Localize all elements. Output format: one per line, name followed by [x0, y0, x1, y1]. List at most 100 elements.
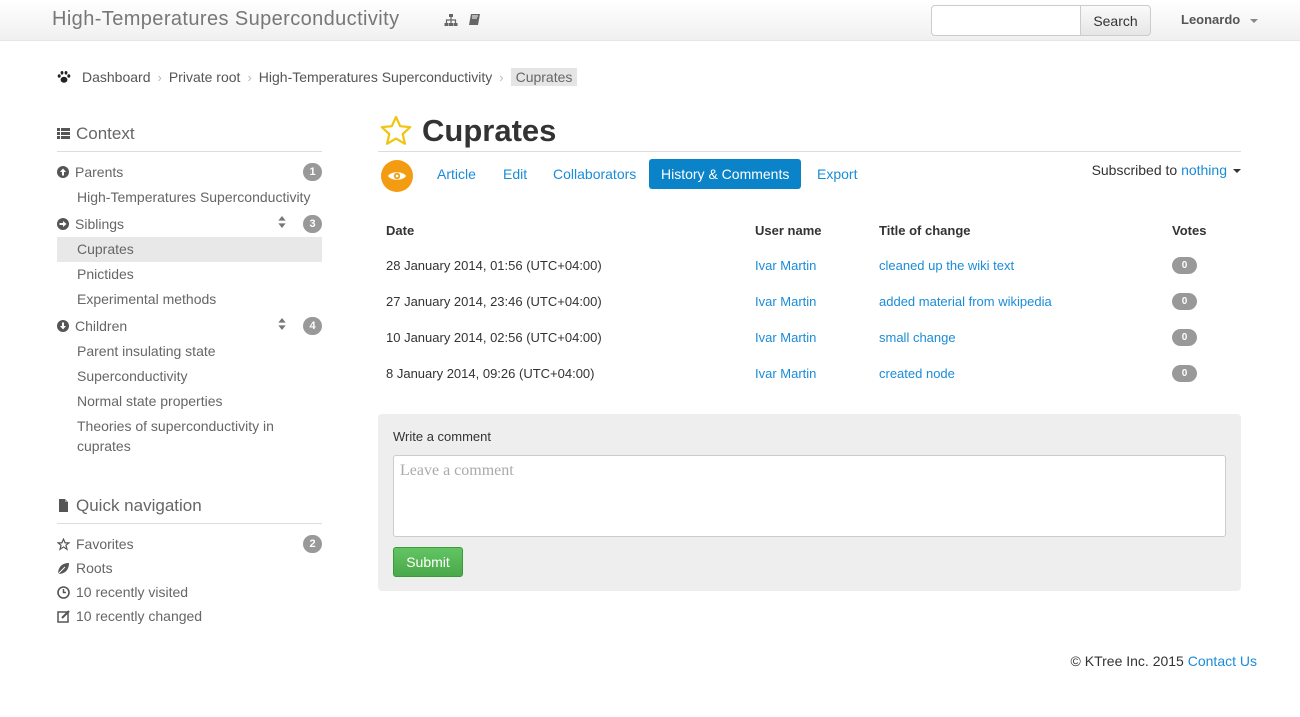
- quick-nav-favorites[interactable]: Favorites 2: [57, 532, 322, 556]
- sidebar-item-child[interactable]: Theories of superconductivity in cuprate…: [57, 414, 297, 460]
- tab-article[interactable]: Article: [425, 159, 488, 189]
- change-title-link[interactable]: created node: [879, 366, 955, 381]
- tab-collaborators[interactable]: Collaborators: [541, 159, 648, 189]
- breadcrumb-current: Cuprates: [510, 68, 578, 86]
- brand-title[interactable]: High-Temperatures Superconductivity: [52, 8, 400, 31]
- watch-button[interactable]: [381, 160, 413, 192]
- breadcrumb-dashboard[interactable]: Dashboard: [82, 69, 151, 85]
- siblings-section[interactable]: Siblings 3: [57, 210, 322, 237]
- tabs-row: Article Edit Collaborators History & Com…: [378, 152, 1241, 196]
- change-date: 28 January 2014, 01:56 (UTC+04:00): [386, 257, 602, 273]
- sidebar: Context Parents 1 High-Temperatures Supe…: [57, 118, 322, 628]
- history-table: Date User name Title of change Votes 28 …: [386, 214, 1232, 391]
- recently-changed-label: 10 recently changed: [76, 608, 203, 624]
- table-row: 28 January 2014, 01:56 (UTC+04:00) Ivar …: [386, 247, 1232, 283]
- change-title-link[interactable]: added material from wikipedia: [879, 294, 1052, 309]
- sort-icon[interactable]: [276, 216, 288, 228]
- leaf-icon: [57, 562, 69, 574]
- quick-navigation-heading: Quick navigation: [57, 490, 322, 524]
- file-icon: [59, 499, 68, 512]
- user-name: Leonardo: [1181, 12, 1241, 27]
- children-label: Children: [75, 317, 128, 334]
- recently-visited-label: 10 recently visited: [76, 584, 189, 600]
- column-header-user: User name: [755, 223, 822, 238]
- title-row: Cuprates: [378, 110, 1241, 152]
- breadcrumb-separator: ›: [499, 69, 504, 85]
- sitemap-icon[interactable]: [444, 13, 458, 27]
- sort-icon[interactable]: [276, 318, 288, 330]
- comment-textarea[interactable]: [393, 455, 1226, 537]
- subscription-status: Subscribed to nothing: [1092, 162, 1241, 178]
- paw-icon: [57, 71, 71, 83]
- favorites-count-badge: 2: [303, 535, 322, 553]
- main-content: Cuprates Article Edit Collaborators Hist…: [378, 110, 1241, 591]
- footer: © KTree Inc. 2015 Contact Us: [1071, 653, 1257, 669]
- list-icon: [57, 128, 70, 139]
- children-count-badge: 4: [303, 317, 322, 335]
- copyright-text: © KTree Inc. 2015: [1070, 653, 1184, 669]
- quick-nav-recently-changed[interactable]: 10 recently changed: [57, 604, 322, 628]
- breadcrumb-private-root[interactable]: Private root: [169, 69, 241, 85]
- sidebar-item-child[interactable]: Superconductivity: [57, 364, 322, 389]
- search-input[interactable]: [931, 5, 1081, 36]
- book-icon[interactable]: [468, 13, 482, 27]
- subscription-dropdown[interactable]: nothing: [1181, 162, 1241, 178]
- clock-icon: [57, 585, 70, 599]
- page-title: Cuprates: [422, 112, 557, 148]
- sidebar-item-parent[interactable]: High-Temperatures Superconductivity: [57, 185, 322, 210]
- sidebar-item-child[interactable]: Normal state properties: [57, 389, 322, 414]
- table-header-row: Date User name Title of change Votes: [386, 214, 1232, 247]
- parents-count-badge: 1: [303, 163, 322, 181]
- context-heading: Context: [57, 118, 322, 152]
- brand-icons: [444, 13, 482, 27]
- arrow-right-circle-icon: [57, 217, 69, 230]
- column-header-date: Date: [386, 223, 415, 238]
- votes-badge[interactable]: 0: [1172, 365, 1197, 382]
- change-title-link[interactable]: small change: [879, 330, 956, 345]
- column-header-title: Title of change: [879, 223, 971, 238]
- votes-badge[interactable]: 0: [1172, 293, 1197, 310]
- subscribed-label: Subscribed to: [1091, 162, 1178, 178]
- favorites-label: Favorites: [76, 536, 134, 552]
- arrow-down-circle-icon: [57, 319, 69, 332]
- children-section[interactable]: Children 4: [57, 312, 322, 339]
- eye-icon: [388, 172, 406, 180]
- change-user-link[interactable]: Ivar Martin: [755, 366, 816, 381]
- votes-badge[interactable]: 0: [1172, 329, 1197, 346]
- tab-history-comments[interactable]: History & Comments: [649, 159, 802, 189]
- roots-label: Roots: [76, 560, 113, 576]
- contact-us-link[interactable]: Contact Us: [1188, 653, 1257, 669]
- change-date: 8 January 2014, 09:26 (UTC+04:00): [386, 365, 595, 381]
- tab-export[interactable]: Export: [805, 159, 869, 189]
- quick-nav-roots[interactable]: Roots: [57, 556, 322, 580]
- star-favorite-icon[interactable]: [380, 115, 412, 147]
- votes-badge[interactable]: 0: [1172, 257, 1197, 274]
- user-menu[interactable]: Leonardo: [1181, 12, 1259, 27]
- sidebar-item-child[interactable]: Parent insulating state: [57, 339, 322, 364]
- change-user-link[interactable]: Ivar Martin: [755, 258, 816, 273]
- change-user-link[interactable]: Ivar Martin: [755, 330, 816, 345]
- sidebar-item-sibling[interactable]: Pnictides: [57, 262, 322, 287]
- parents-section[interactable]: Parents 1: [57, 158, 322, 185]
- change-title-link[interactable]: cleaned up the wiki text: [879, 258, 1014, 273]
- comment-label: Write a comment: [393, 429, 492, 444]
- submit-button[interactable]: Submit: [393, 547, 463, 577]
- context-heading-label: Context: [76, 123, 135, 143]
- search-button[interactable]: Search: [1080, 5, 1151, 36]
- chevron-down-icon: [1250, 18, 1259, 23]
- breadcrumb-separator: ›: [157, 69, 162, 85]
- siblings-label: Siblings: [75, 215, 125, 232]
- comment-panel: Write a comment Submit: [378, 414, 1241, 591]
- sidebar-item-sibling[interactable]: Experimental methods: [57, 287, 322, 312]
- table-row: 10 January 2014, 02:56 (UTC+04:00) Ivar …: [386, 319, 1232, 355]
- tab-edit[interactable]: Edit: [491, 159, 539, 189]
- arrow-up-circle-icon: [57, 165, 69, 178]
- breadcrumb-project[interactable]: High-Temperatures Superconductivity: [259, 69, 492, 85]
- siblings-count-badge: 3: [303, 215, 322, 233]
- quick-navigation-label: Quick navigation: [76, 495, 202, 515]
- change-user-link[interactable]: Ivar Martin: [755, 294, 816, 309]
- table-row: 27 January 2014, 23:46 (UTC+04:00) Ivar …: [386, 283, 1232, 319]
- parents-label: Parents: [75, 163, 124, 180]
- quick-nav-recently-visited[interactable]: 10 recently visited: [57, 580, 322, 604]
- sidebar-item-sibling-active[interactable]: Cuprates: [57, 237, 322, 262]
